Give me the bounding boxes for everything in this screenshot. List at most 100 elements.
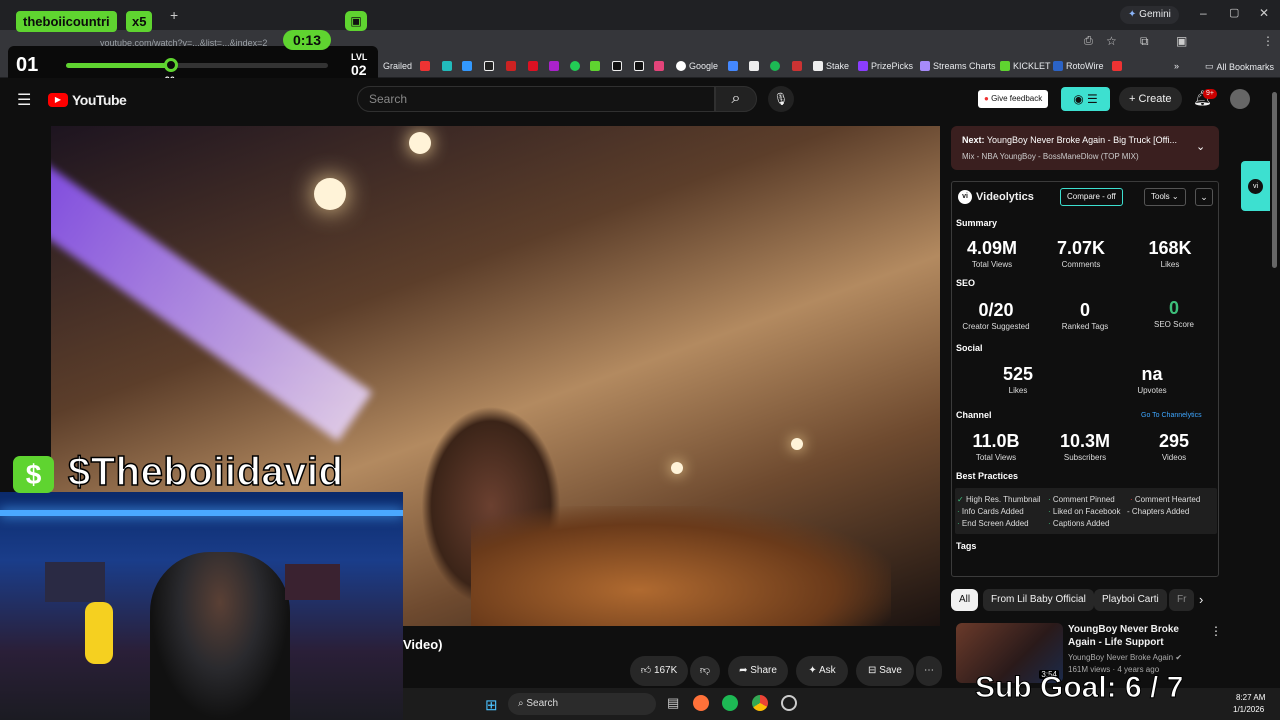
create-button[interactable]: + Create: [1119, 87, 1182, 111]
vidiq-toggle-button[interactable]: ◉ ☰: [1061, 87, 1110, 111]
menu-dots-icon[interactable]: ⋮: [1262, 34, 1274, 48]
bp-item: · Captions Added: [1048, 519, 1110, 528]
app-icon[interactable]: [781, 695, 797, 711]
more-bookmarks-icon[interactable]: »: [1174, 61, 1179, 71]
page-scrollbar[interactable]: [1272, 92, 1277, 268]
rec-more-icon[interactable]: ⋮: [1210, 624, 1222, 638]
browser-tab-bar: + ✦ Gemini – ▢ ✕: [0, 0, 1280, 30]
chrome-icon[interactable]: [752, 695, 768, 711]
bookmark-icon[interactable]: [749, 61, 759, 71]
ask-button[interactable]: ✦ Ask: [796, 656, 848, 686]
bookmark-kicklet[interactable]: KICKLET: [1000, 61, 1051, 71]
sidepanel-icon[interactable]: ▣: [1176, 34, 1187, 48]
like-button[interactable]: 👍︎ 167K: [630, 656, 688, 686]
go-to-channelytics-link[interactable]: Go To Channelytics: [1141, 412, 1202, 419]
chevron-right-icon[interactable]: ›: [1199, 592, 1203, 607]
stat-total-views: 4.09M Total Views: [966, 238, 1018, 269]
compare-button[interactable]: Compare - off: [1060, 188, 1123, 206]
up-next-card[interactable]: Next: YoungBoy Never Broke Again - Big T…: [951, 126, 1219, 170]
bookmark-icon[interactable]: [792, 61, 802, 71]
close-icon[interactable]: ✕: [1259, 6, 1269, 20]
windows-start-icon[interactable]: ⊞: [485, 696, 498, 714]
chip-all[interactable]: All: [951, 589, 979, 611]
bookmark-icon[interactable]: [549, 61, 559, 71]
bookmark-icon[interactable]: [528, 61, 538, 71]
chip-playboi-carti[interactable]: Playboi Carti: [1094, 589, 1167, 611]
tools-button[interactable]: Tools ⌄: [1144, 188, 1186, 206]
fur-coat: [471, 506, 891, 626]
mic-icon[interactable]: 🎙: [768, 86, 794, 112]
stat-upvotes: na Upvotes: [1137, 364, 1167, 395]
bookmark-icon[interactable]: [612, 61, 622, 71]
ceiling-led-strip: [0, 510, 403, 516]
bookmark-icon[interactable]: [770, 61, 780, 71]
install-icon[interactable]: ⎙: [1084, 35, 1093, 48]
extensions-icon[interactable]: ⧉: [1140, 34, 1149, 49]
bookmark-streams-charts[interactable]: Streams Charts: [920, 61, 996, 71]
cashapp-icon: $: [13, 456, 54, 493]
wall-posters: [45, 562, 105, 602]
all-bookmarks[interactable]: ▭ All Bookmarks: [1205, 61, 1274, 72]
chevron-down-icon[interactable]: ⌄: [1196, 140, 1205, 153]
spotify-icon[interactable]: [722, 695, 738, 711]
sparkle-icon: ✦: [808, 665, 817, 676]
chip-partial[interactable]: Fr: [1169, 589, 1195, 611]
new-tab-icon[interactable]: +: [170, 7, 178, 23]
more-actions-button[interactable]: ⋯: [916, 656, 942, 686]
best-practices-heading: Best Practices: [956, 471, 1019, 481]
rec-channel: YoungBoy Never Broke Again ✔: [1068, 653, 1183, 662]
bookmark-stake[interactable]: Stake: [813, 61, 849, 71]
bookmark-icon[interactable]: [590, 61, 600, 71]
video-title: Video): [403, 637, 443, 652]
vidiq-side-tab[interactable]: vi: [1241, 161, 1270, 211]
social-heading: Social: [956, 343, 983, 353]
bookmark-icon[interactable]: [1112, 61, 1122, 71]
hamburger-menu-icon[interactable]: ☰: [17, 90, 31, 110]
bookmark-prizepicks[interactable]: PrizePicks: [858, 61, 913, 71]
stat-comments: 7.07K Comments: [1056, 238, 1106, 269]
share-button[interactable]: ➦ Share: [728, 656, 788, 686]
give-feedback-button[interactable]: ● Give feedback: [978, 90, 1049, 108]
ceiling-light: [791, 438, 803, 450]
minimize-icon[interactable]: –: [1200, 6, 1207, 20]
bookmark-icon[interactable]: [728, 61, 738, 71]
dislike-button[interactable]: 👎︎: [690, 656, 720, 686]
chip-lil-baby[interactable]: From Lil Baby Official: [983, 589, 1094, 611]
star-icon[interactable]: ☆: [1106, 34, 1117, 48]
firefox-icon[interactable]: [693, 695, 709, 711]
bookmark-icon[interactable]: [654, 61, 664, 71]
bookmark-icon[interactable]: [634, 61, 644, 71]
bookmark-icon[interactable]: [442, 61, 452, 71]
maximize-icon[interactable]: ▢: [1229, 6, 1239, 19]
taskbar-search[interactable]: ⌕ Search: [508, 693, 656, 715]
bookmark-icon[interactable]: [462, 61, 472, 71]
timer-badge: 0:13: [283, 30, 331, 50]
summary-heading: Summary: [956, 218, 998, 228]
gemini-button[interactable]: ✦ Gemini: [1120, 6, 1179, 24]
webcam-overlay: [0, 492, 403, 720]
stat-seo-score: 0 SEO Score: [1153, 298, 1194, 329]
bookmark-rotowire[interactable]: RotoWire: [1053, 61, 1104, 71]
stat-social-likes: 525 Likes: [1002, 364, 1034, 395]
videolytics-logo: vi Videolytics: [958, 190, 1034, 204]
bookmark-icon[interactable]: [420, 61, 430, 71]
panel-collapse-icon[interactable]: ⌄: [1195, 188, 1213, 206]
youtube-logo[interactable]: ▶ YouTube: [48, 92, 127, 108]
bus-icon: ▣: [345, 11, 367, 31]
bookmark-icon[interactable]: [484, 61, 494, 71]
plus-icon: +: [1129, 93, 1136, 105]
search-input[interactable]: Search: [357, 86, 715, 112]
bp-item: ✓ High Res. Thumbnail: [957, 495, 1041, 504]
save-button[interactable]: ⊟ Save: [856, 656, 914, 686]
bookmark-icon[interactable]: [570, 61, 580, 71]
bookmark-icon[interactable]: [506, 61, 516, 71]
bookmark-grailed[interactable]: Grailed: [383, 61, 412, 71]
bookmark-google[interactable]: Google: [676, 61, 718, 71]
level-next-label: LVL: [351, 52, 368, 62]
search-button[interactable]: ⌕: [715, 86, 757, 112]
clock-time: 8:27 AM: [1236, 693, 1266, 702]
avatar[interactable]: [1230, 89, 1250, 109]
thumbs-down-icon: 👎︎: [699, 665, 711, 676]
taskview-icon[interactable]: ▤: [667, 695, 679, 711]
rec-title[interactable]: YoungBoy Never Broke Again - Life Suppor…: [1068, 623, 1198, 649]
